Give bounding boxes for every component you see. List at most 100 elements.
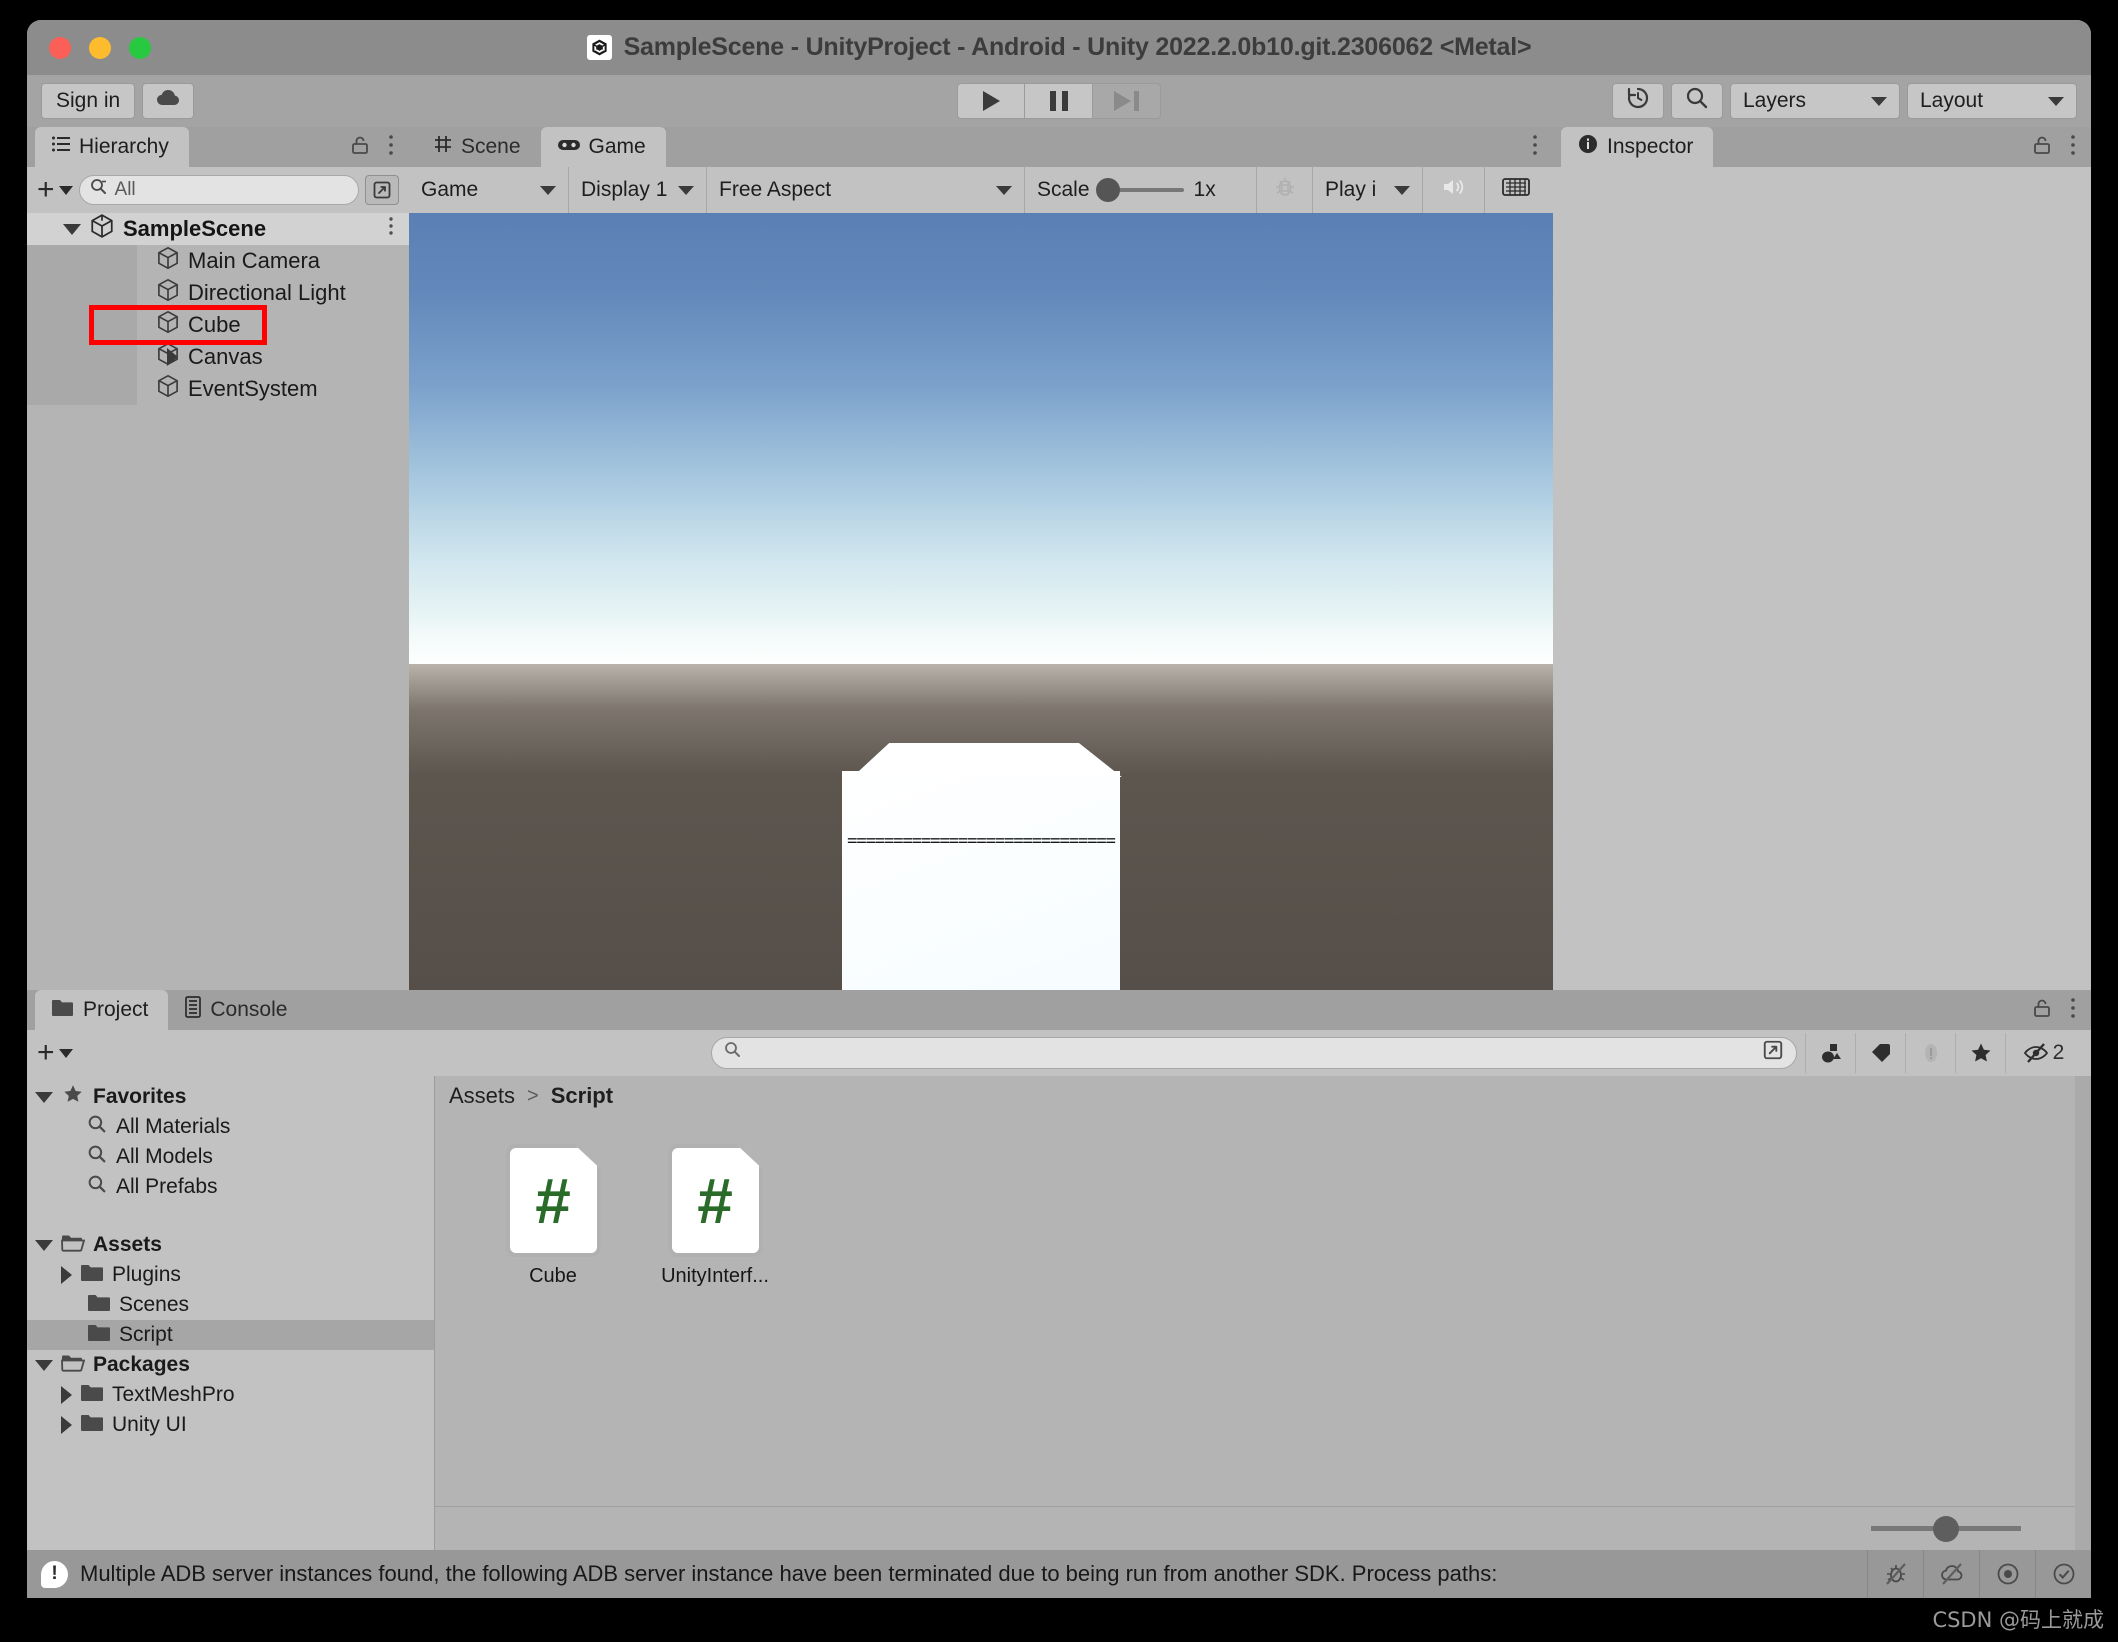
tab-game[interactable]: Game [540, 127, 666, 167]
hierarchy-toolbar: + All [27, 167, 409, 213]
hierarchy-search-input[interactable]: All [78, 175, 359, 205]
check-circle-icon[interactable] [2035, 1550, 2091, 1598]
project-tree-item-all-models[interactable]: All Models [27, 1142, 434, 1172]
project-tree-item-all-prefabs[interactable]: All Prefabs [27, 1172, 434, 1202]
tab-inspector[interactable]: Inspector [1561, 127, 1714, 167]
target-icon[interactable] [1979, 1550, 2035, 1598]
project-tree-item-script[interactable]: Script [27, 1320, 434, 1350]
stats-button[interactable] [1485, 167, 1547, 213]
chevron-down-icon[interactable] [35, 1239, 53, 1251]
window-title: SampleScene - UnityProject - Android - U… [623, 33, 1532, 61]
asset-label: Cube [529, 1265, 577, 1287]
project-tree-item-packages[interactable]: Packages [27, 1350, 434, 1380]
create-asset-button[interactable]: + [37, 1038, 73, 1068]
lock-icon[interactable] [2031, 134, 2053, 161]
hierarchy-scene-row[interactable]: SampleScene [27, 213, 409, 245]
tab-scene[interactable]: Scene [417, 127, 541, 167]
game-view-render[interactable]: ============================= [409, 213, 1553, 990]
search-button[interactable] [1671, 83, 1723, 119]
hierarchy-item-cube[interactable]: Cube [27, 309, 409, 341]
no-collab-icon[interactable] [1923, 1550, 1979, 1598]
project-tree-item-assets[interactable]: Assets [27, 1230, 434, 1260]
lock-icon[interactable] [2031, 997, 2053, 1024]
inspector-menu-icon[interactable] [2069, 133, 2077, 162]
hierarchy-item-eventsystem[interactable]: EventSystem [27, 373, 409, 405]
asset-type-filter-icon[interactable] [1805, 1033, 1855, 1073]
project-split: Favorites All Materials All Models All Pref… [27, 1076, 2091, 1550]
add-gameobject-button[interactable]: + [37, 175, 73, 205]
project-tree-item-textmeshpro[interactable]: TextMeshPro [27, 1380, 434, 1410]
center-menu-icon[interactable] [1531, 133, 1539, 162]
undo-history-button[interactable] [1612, 83, 1664, 119]
status-bar[interactable]: ! Multiple ADB server instances found, t… [27, 1550, 2091, 1598]
hierarchy-menu-icon[interactable] [387, 133, 395, 162]
chevron-down-icon[interactable] [63, 223, 81, 235]
project-content: Assets > Script # Cube # UnityInterf... [435, 1076, 2075, 1550]
hierarchy-item-canvas[interactable]: Canvas [27, 341, 409, 373]
hierarchy-item-label: Cube [188, 312, 241, 337]
label-filter-icon[interactable] [1855, 1033, 1905, 1073]
chevron-right-icon[interactable] [61, 1416, 72, 1434]
project-tree-item-plugins[interactable]: Plugins [27, 1260, 434, 1290]
breadcrumb-root[interactable]: Assets [449, 1083, 515, 1109]
game-mode-label: Game [421, 178, 479, 201]
project-filter-icons: 2 [1805, 1033, 2081, 1073]
chevron-right-icon[interactable] [61, 1266, 72, 1284]
chevron-right-icon[interactable] [167, 348, 178, 366]
eye-off-icon [2023, 1043, 2048, 1063]
chevron-down-icon[interactable] [35, 1359, 53, 1371]
game-mode-dropdown[interactable]: Game [409, 167, 569, 213]
project-tree-item-scenes[interactable]: Scenes [27, 1290, 434, 1320]
cloud-icon [155, 88, 181, 114]
display-dropdown[interactable]: Display 1 [569, 167, 707, 213]
lock-icon[interactable] [349, 134, 371, 161]
favorite-star-icon[interactable] [1955, 1033, 2005, 1073]
step-button[interactable] [1093, 83, 1161, 119]
tab-project[interactable]: Project [35, 990, 169, 1030]
play-unfocused-bug-button[interactable] [1257, 167, 1313, 213]
project-menu-icon[interactable] [2069, 996, 2077, 1025]
play-button[interactable] [957, 83, 1025, 119]
asset-item[interactable]: # UnityInterf... [639, 1144, 791, 1288]
tab-hierarchy[interactable]: Hierarchy [35, 127, 189, 167]
project-tree-item-unity-ui[interactable]: Unity UI [27, 1410, 434, 1440]
project-panel: Project Console + 2 Favorites All Materi… [27, 990, 2091, 1550]
hierarchy-expand-icon[interactable] [365, 175, 399, 205]
layers-dropdown[interactable]: Layers [1730, 83, 1900, 119]
asset-item[interactable]: # Cube [477, 1144, 629, 1288]
chevron-right-icon[interactable] [61, 1386, 72, 1404]
info-icon [1577, 133, 1599, 161]
scene-menu-icon[interactable] [387, 215, 395, 243]
folder-icon [51, 998, 75, 1023]
aspect-dropdown[interactable]: Free Aspect [707, 167, 1025, 213]
play-icon [982, 91, 1000, 111]
asset-zoom-knob[interactable] [1933, 1515, 1959, 1542]
no-bug-icon[interactable] [1867, 1550, 1923, 1598]
cloud-button[interactable] [142, 83, 195, 119]
scale-slider[interactable]: Scale 1x [1025, 167, 1257, 213]
scale-track[interactable] [1095, 178, 1184, 202]
tab-console[interactable]: Console [168, 990, 307, 1030]
project-scrollbar[interactable] [2075, 1076, 2091, 1550]
asset-zoom-slider[interactable] [1871, 1515, 2021, 1542]
hierarchy-item-directional-light[interactable]: Directional Light [27, 277, 409, 309]
mute-audio-button[interactable] [1423, 167, 1485, 213]
hierarchy-item-main-camera[interactable]: Main Camera [27, 245, 409, 277]
scale-knob[interactable] [1095, 178, 1120, 202]
layout-dropdown[interactable]: Layout [1907, 83, 2077, 119]
game-view-toolbar: Game Display 1 Free Aspect Scale 1x Play… [409, 167, 1553, 213]
play-focused-dropdown[interactable]: Play i [1313, 167, 1423, 213]
project-tree: Favorites All Materials All Models All Pref… [27, 1076, 435, 1550]
chevron-down-icon[interactable] [35, 1091, 53, 1103]
project-tree-item-label: TextMeshPro [112, 1383, 235, 1406]
breadcrumb-current[interactable]: Script [551, 1083, 613, 1109]
hidden-assets-toggle[interactable]: 2 [2005, 1033, 2081, 1073]
sign-in-button[interactable]: Sign in [41, 83, 136, 119]
warning-filter-icon[interactable] [1905, 1033, 1955, 1073]
project-tree-item-favorites[interactable]: Favorites [27, 1082, 434, 1112]
project-tree-item-all-materials[interactable]: All Materials [27, 1112, 434, 1142]
pause-button[interactable] [1025, 83, 1093, 119]
hierarchy-scene-name: SampleScene [123, 216, 267, 241]
project-search-expand-icon[interactable] [1762, 1039, 1784, 1067]
project-search-input[interactable] [710, 1037, 1797, 1069]
